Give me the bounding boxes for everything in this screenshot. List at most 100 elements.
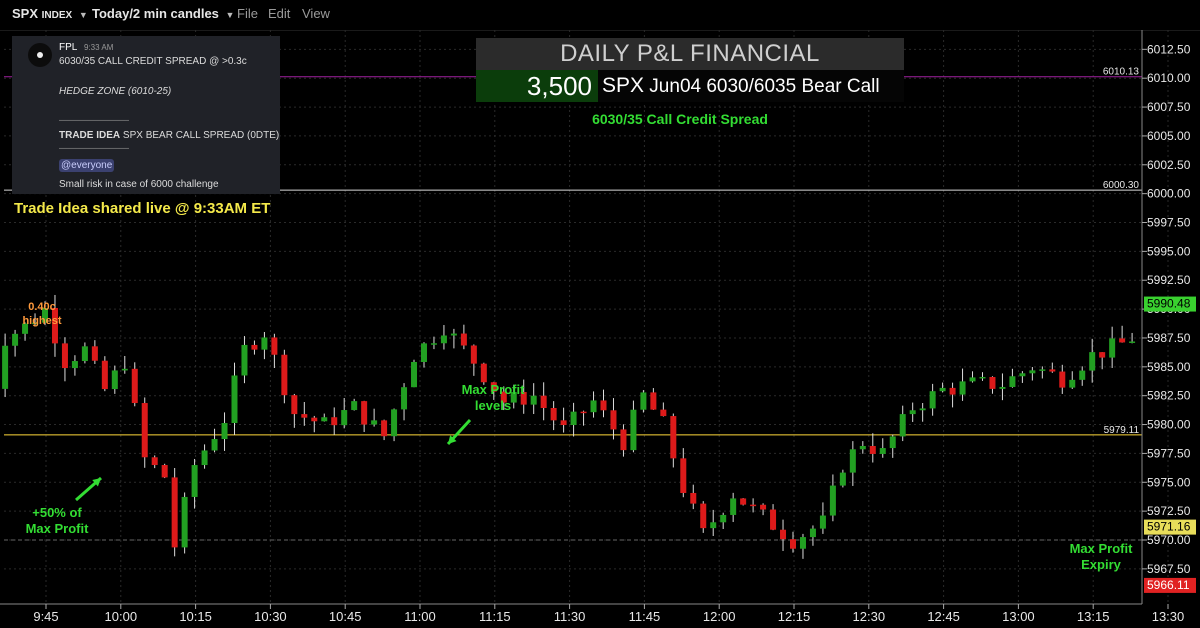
candle xyxy=(450,328,457,349)
candle-body xyxy=(670,416,677,459)
candle xyxy=(610,398,617,440)
candle-body xyxy=(311,417,318,422)
candle-body xyxy=(1089,352,1096,371)
candle-body xyxy=(809,528,816,538)
candle-body xyxy=(401,387,408,410)
candle xyxy=(301,402,308,426)
candle-body xyxy=(440,335,447,344)
candles xyxy=(2,294,1136,559)
price-tag-label: 5971.16 xyxy=(1147,520,1191,534)
candle xyxy=(291,393,298,428)
candle-body xyxy=(1069,379,1076,388)
mention-everyone[interactable]: @everyone xyxy=(59,159,115,172)
candle xyxy=(161,463,168,479)
candle-body xyxy=(799,537,806,549)
candle xyxy=(311,415,318,433)
candle-body xyxy=(889,436,896,449)
candle-body xyxy=(949,387,956,395)
candle xyxy=(949,382,956,408)
candle xyxy=(1079,366,1086,386)
candle xyxy=(710,509,717,537)
time-tick-label: 10:00 xyxy=(105,609,138,624)
candle xyxy=(241,336,248,384)
candle-body xyxy=(470,345,477,364)
trade-idea-label: TRADE IDEA xyxy=(59,130,121,141)
candle xyxy=(720,512,727,530)
candle xyxy=(690,484,697,510)
candle-body xyxy=(460,333,467,346)
candle xyxy=(809,525,816,546)
candle-body xyxy=(261,337,268,350)
candle xyxy=(839,469,846,488)
symbol-selector[interactable]: SPX INDEX ▼ xyxy=(12,6,88,21)
candle-body xyxy=(12,333,19,346)
candle-body xyxy=(730,498,737,515)
max-profit-levels-annotation: Max Profit levels xyxy=(448,382,538,414)
candle-body xyxy=(1049,369,1056,372)
candle-body xyxy=(391,409,398,437)
candle xyxy=(829,474,836,522)
pnl-banner-title: DAILY P&L FINANCIAL INSTRUMENT xyxy=(476,38,904,99)
candle-body xyxy=(640,392,647,410)
candle xyxy=(869,433,876,463)
menu-edit[interactable]: Edit xyxy=(268,6,290,21)
symbol-label: SPX xyxy=(12,6,39,21)
candle xyxy=(201,444,208,469)
expiry-line-1: Max Profit xyxy=(1069,541,1133,556)
candle xyxy=(750,498,757,513)
candle-body xyxy=(550,408,557,421)
post-divider: ——————— xyxy=(59,115,129,126)
candle xyxy=(929,383,936,416)
candle-body xyxy=(191,465,198,497)
candle-body xyxy=(1079,370,1086,380)
annotation-arrows xyxy=(75,418,472,502)
candle xyxy=(670,413,677,468)
candle-body xyxy=(430,343,437,345)
time-tick-label: 13:30 xyxy=(1152,609,1185,624)
price-tag-label: 5966.11 xyxy=(1147,578,1190,592)
time-tick-label: 11:15 xyxy=(479,609,511,624)
candle-body xyxy=(291,395,298,415)
menu-view[interactable]: View xyxy=(302,6,330,21)
candle-body xyxy=(171,477,178,548)
candle-body xyxy=(141,403,148,458)
candle-body xyxy=(91,346,98,361)
menu-file[interactable]: File xyxy=(237,6,258,21)
pnl-contract: Jun04 6030/6035 Bear Call xyxy=(644,76,880,97)
candle xyxy=(740,498,747,506)
candle xyxy=(281,349,288,404)
candle-body xyxy=(341,410,348,426)
chevron-down-icon[interactable]: ▼ xyxy=(226,10,235,20)
candle xyxy=(790,531,796,553)
candle xyxy=(111,365,118,394)
candle-body xyxy=(919,408,926,411)
candle-body xyxy=(420,343,427,362)
price-tick-label: 5987.50 xyxy=(1147,331,1191,345)
candle xyxy=(151,455,158,469)
candle xyxy=(1039,366,1046,379)
candle xyxy=(191,458,198,509)
price-tick-label: 5985.00 xyxy=(1147,360,1191,374)
highest-annotation: 0.40c highest xyxy=(12,300,72,328)
chevron-down-icon[interactable]: ▼ xyxy=(79,10,88,20)
candle xyxy=(780,519,787,551)
candle-body xyxy=(381,420,388,437)
candle-body xyxy=(480,363,487,383)
highest-line-2: highest xyxy=(22,315,62,327)
price-tick-label: 5977.50 xyxy=(1147,446,1191,460)
candle xyxy=(1059,364,1066,394)
candle-body xyxy=(770,509,777,530)
candle-body xyxy=(101,360,108,390)
candle-body xyxy=(321,417,328,422)
candle-body xyxy=(590,400,597,413)
candle-body xyxy=(600,400,607,411)
post-line-1: 6030/35 CALL CREDIT SPREAD @ >0.3c xyxy=(59,56,247,67)
candle xyxy=(271,333,278,368)
highest-line-1: 0.40c xyxy=(28,301,56,313)
candle xyxy=(660,402,667,417)
interval-selector[interactable]: Today/2 min candles ▼ xyxy=(92,6,234,21)
candle xyxy=(171,467,178,557)
avatar xyxy=(28,43,52,67)
candle xyxy=(1089,338,1096,383)
candle-body xyxy=(1029,370,1036,374)
